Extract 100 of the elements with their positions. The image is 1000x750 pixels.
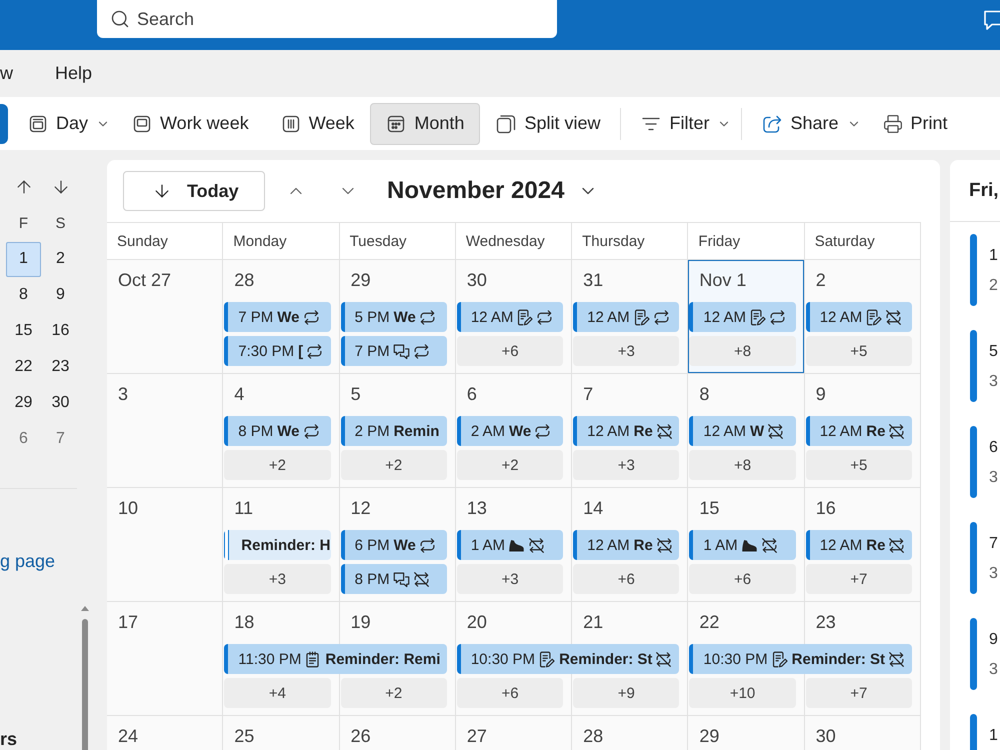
- more-events-button[interactable]: +3: [573, 450, 680, 480]
- more-events-button[interactable]: +4: [224, 678, 331, 708]
- date-label: 14: [583, 498, 604, 518]
- event-chip[interactable]: 11:30 PM Reminder: Remi: [224, 644, 447, 674]
- date-label: 9: [816, 384, 826, 404]
- calendar-grid-icon: [386, 114, 406, 134]
- split-view-icon: [496, 114, 516, 134]
- more-events-button[interactable]: +5: [806, 336, 912, 366]
- more-events-button[interactable]: +7: [806, 678, 912, 708]
- more-events-button[interactable]: +6: [689, 564, 796, 594]
- event-chip[interactable]: 12 AM Re: [573, 416, 680, 446]
- event-chip[interactable]: 7 PM We: [224, 302, 331, 332]
- event-chip[interactable]: 1 AM: [689, 530, 796, 560]
- more-events-button[interactable]: +3: [224, 564, 331, 594]
- action-button[interactable]: [0, 104, 8, 144]
- date-label: 16: [816, 498, 836, 518]
- mini-calendar-day[interactable]: 7: [43, 422, 78, 456]
- more-events-button[interactable]: +10: [689, 678, 796, 708]
- page-link[interactable]: g page: [0, 551, 56, 571]
- menu-tab[interactable]: Help: [55, 63, 92, 84]
- event-chip[interactable]: 8 PM We: [224, 416, 331, 446]
- print-icon: [882, 114, 903, 134]
- event-chip[interactable]: 8 PM: [340, 564, 447, 594]
- more-events-button[interactable]: +8: [689, 336, 796, 366]
- event-chip[interactable]: 12 AM W: [689, 416, 796, 446]
- event-chip[interactable]: 12 AM Re: [573, 530, 680, 560]
- more-events-button[interactable]: +2: [340, 678, 447, 708]
- event-chip[interactable]: 10:30 PM Reminder: St: [689, 644, 912, 674]
- date-label: 15: [699, 498, 720, 518]
- mini-calendar-day[interactable]: 15: [6, 314, 41, 348]
- mini-calendar-day[interactable]: 2: [43, 242, 78, 276]
- more-events-button[interactable]: +6: [456, 336, 564, 366]
- share-icon: [762, 114, 782, 134]
- mini-calendar-day[interactable]: 6: [6, 422, 41, 456]
- view-button[interactable]: Week: [264, 102, 370, 144]
- scroll-up-icon[interactable]: [81, 606, 89, 611]
- mini-calendar-day[interactable]: 9: [43, 278, 78, 312]
- chat-icon[interactable]: [983, 9, 1000, 31]
- mini-calendar-day[interactable]: 8: [6, 278, 41, 312]
- view-button[interactable]: Day: [12, 102, 116, 144]
- more-events-button[interactable]: +2: [456, 450, 564, 480]
- mini-calendar-day[interactable]: 1: [6, 242, 41, 276]
- date-label: 10: [118, 498, 138, 518]
- event-text[interactable]: 5: [989, 342, 998, 362]
- toolbar-button[interactable]: Print: [866, 102, 964, 144]
- toolbar-button[interactable]: Share: [746, 102, 867, 144]
- more-events-button[interactable]: +3: [573, 336, 680, 366]
- mini-calendar-day[interactable]: 30: [43, 386, 78, 420]
- date-label: 26: [350, 726, 371, 746]
- more-events-button[interactable]: +3: [456, 564, 564, 594]
- event-chip[interactable]: 12 AM: [456, 302, 564, 332]
- mini-calendar-day[interactable]: 23: [43, 350, 78, 384]
- chat-bubbles-icon: [392, 342, 410, 360]
- scrollbar-thumb[interactable]: [82, 619, 88, 750]
- event-chip[interactable]: 2 PM Remin: [340, 416, 447, 446]
- toolbar-button[interactable]: Filter: [625, 102, 738, 144]
- event-chip[interactable]: 2 AM We: [456, 416, 564, 446]
- event-bar: [970, 426, 977, 498]
- more-events-button[interactable]: +5: [806, 450, 912, 480]
- note-edit-icon: [770, 650, 788, 668]
- event-chip[interactable]: 12 AM Re: [806, 416, 912, 446]
- more-events-button[interactable]: +7: [806, 564, 912, 594]
- more-events-button[interactable]: +8: [689, 450, 796, 480]
- event-chip[interactable]: 12 AM Re: [806, 530, 912, 560]
- event-chip[interactable]: 12 AM: [806, 302, 912, 332]
- event-chip[interactable]: 1 AM: [456, 530, 564, 560]
- event-chip[interactable]: 7 PM: [340, 336, 447, 366]
- mini-calendar-day[interactable]: 29: [6, 386, 41, 420]
- month-title[interactable]: November 2024: [387, 177, 598, 205]
- weekday-header: Monday: [223, 223, 340, 259]
- event-chip[interactable]: 10:30 PM Reminder: St: [456, 644, 680, 674]
- view-button[interactable]: Work week: [116, 102, 265, 144]
- today-button[interactable]: Today: [123, 171, 265, 211]
- view-button[interactable]: Split view: [480, 102, 616, 144]
- event-subtext: 2: [989, 276, 998, 296]
- event-chip[interactable]: 12 AM: [689, 302, 796, 332]
- event-text[interactable]: 1: [989, 246, 998, 266]
- event-chip[interactable]: 5 PM We: [340, 302, 447, 332]
- more-events-button[interactable]: +9: [573, 678, 680, 708]
- weekday-header: Thursday: [572, 223, 688, 259]
- mini-calendar-day[interactable]: 16: [43, 314, 78, 348]
- event-chip[interactable]: 12 AM: [573, 302, 680, 332]
- event-bar: [970, 330, 977, 402]
- event-chip[interactable]: Reminder: H: [224, 530, 331, 560]
- date-label: 22: [699, 612, 720, 632]
- more-events-button[interactable]: +2: [224, 450, 331, 480]
- mini-calendar-day[interactable]: 22: [6, 350, 41, 384]
- event-text[interactable]: 6: [989, 438, 998, 458]
- search-field[interactable]: Search: [97, 0, 557, 38]
- event-text[interactable]: 1: [989, 726, 998, 746]
- view-button[interactable]: Month: [370, 102, 480, 144]
- event-text[interactable]: 9: [989, 630, 998, 650]
- menu-tab[interactable]: w: [0, 63, 13, 84]
- more-events-button[interactable]: +6: [573, 564, 680, 594]
- event-chip[interactable]: 7:30 PM [: [224, 336, 331, 366]
- event-text[interactable]: 7: [989, 534, 998, 554]
- event-chip[interactable]: 6 PM We: [340, 530, 447, 560]
- event-subtext: 3: [989, 660, 998, 680]
- more-events-button[interactable]: +2: [340, 450, 447, 480]
- more-events-button[interactable]: +6: [456, 678, 564, 708]
